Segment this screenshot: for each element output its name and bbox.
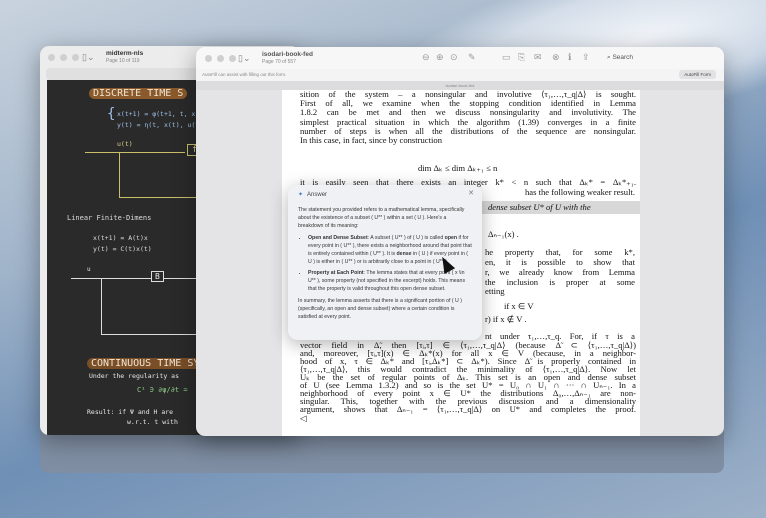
- bullet-title: Property at Each Point: [308, 270, 364, 276]
- markup-pen-icon[interactable]: ✎: [468, 52, 476, 63]
- window-title: midterm-nls: [106, 50, 144, 57]
- autofill-banner: AutoFill can assist with filling out thi…: [196, 69, 724, 81]
- sidebar-toggle-icon[interactable]: ▯⌄: [238, 53, 251, 64]
- equation: y(t) = η(t, x(t), u(t)): [117, 121, 208, 129]
- diagram-label: u(t): [117, 140, 133, 148]
- search-field[interactable]: ⌕ Search: [601, 51, 721, 65]
- section-heading: Linear Finite-Dimens: [67, 214, 152, 222]
- equation: r) if x ∉ V .: [485, 314, 527, 324]
- answer-summary: In summary, the lemma asserts that there…: [298, 298, 462, 320]
- equation: x(t+1) = A(t)x: [93, 234, 148, 242]
- notes-text: w.r.t. t with: [127, 418, 178, 426]
- diagram-line: [85, 152, 185, 153]
- sidebar-toggle-icon[interactable]: ▯⌄: [82, 52, 95, 63]
- diagram-line: [101, 278, 102, 334]
- equation: y(t) = C(t)x(t): [93, 245, 152, 253]
- page-text-line: In this case, in fact, since by construc…: [300, 135, 442, 145]
- annotate-icon[interactable]: ⊗: [552, 52, 560, 63]
- zoom-out-icon[interactable]: ⊖: [422, 52, 430, 63]
- popup-title: Answer: [307, 192, 328, 198]
- notes-text: Under the regularity as: [89, 372, 180, 380]
- window-controls[interactable]: [205, 55, 236, 62]
- notes-title: DISCRETE TIME S: [89, 88, 188, 99]
- page-text-line: the inclusion is proper at some: [485, 277, 635, 287]
- share-icon[interactable]: ⇪: [582, 52, 590, 63]
- bullet-title: Open and Dense Subset: [308, 235, 368, 241]
- zoom-in-icon[interactable]: ⊕: [436, 52, 444, 63]
- textbox-icon[interactable]: ▭: [502, 52, 511, 63]
- bold-term: open: [444, 235, 458, 241]
- background-window-strip: [40, 430, 724, 473]
- page-text-line: he property that, for some k*,: [485, 247, 635, 257]
- search-placeholder: Search: [612, 54, 634, 61]
- diagram-line: [101, 334, 201, 335]
- equation: dim Δₖ ≤ dim Δₖ₊₁ ≤ n: [418, 163, 498, 173]
- bullet-text: : A subset ( U** ) of ( U ) is called: [367, 235, 445, 241]
- notes-text: Result: if Ψ and H are: [87, 408, 174, 416]
- diagram-line: [71, 278, 201, 279]
- page-text-line: has the following weaker result.: [524, 187, 635, 197]
- answer-bullet: Property at Each Point: The lemma states…: [308, 269, 472, 293]
- window-controls[interactable]: [48, 54, 79, 61]
- block-b: B: [151, 271, 164, 282]
- page-text-line: r, we already know from Lemma: [485, 267, 635, 277]
- brace-icon: {: [107, 106, 116, 122]
- equation: if x ∈ V: [504, 301, 534, 311]
- qed-mark: ◁: [300, 413, 307, 423]
- page-indicator: Page 10 of 119: [106, 58, 140, 64]
- page-text-line: en, it is possible to show that: [485, 257, 635, 267]
- form-icon[interactable]: ✉: [534, 52, 542, 63]
- page-text-line: etting: [485, 286, 505, 296]
- autofill-text: AutoFill can assist with filling out thi…: [202, 72, 287, 77]
- equation: Δₙ₋₁(x) .: [488, 229, 519, 239]
- answer-intro: The statement you provided refers to a m…: [298, 207, 465, 229]
- autofill-form-button[interactable]: AutoFill Form: [679, 70, 716, 79]
- answer-popup[interactable]: ✦ Answer ✕ The statement you provided ref…: [288, 185, 482, 340]
- pdf-toolbar: ▯⌄ isodari-book-fed Page 70 of 557 ⊖ ⊕ ⊙…: [196, 47, 724, 69]
- window-title: isodari-book-fed: [262, 51, 313, 58]
- bold-term: dense: [396, 251, 412, 257]
- highlighted-text[interactable]: dense subset U* of U with the: [482, 201, 640, 214]
- page-indicator: Page 70 of 557: [262, 59, 296, 65]
- info-icon[interactable]: ℹ: [568, 52, 571, 63]
- rotate-icon[interactable]: ⎘: [518, 52, 525, 63]
- sparkle-icon: ✦: [298, 192, 304, 198]
- diagram-label: u: [87, 266, 91, 273]
- page-text-line: 1.8.2 can be met and then we discuss non…: [300, 107, 636, 117]
- page-text-line: argument, shows that Δₙ₋₁ = ⟨τ₁,…,τ_q|Δ⟩…: [300, 404, 636, 414]
- equation: C¹ ∋ ∂ψ/∂t =: [137, 386, 188, 394]
- diagram-line: [119, 152, 120, 197]
- zoom-fit-icon[interactable]: ⊙: [450, 52, 458, 63]
- equation: x(t+1) = φ(t+1, t, x: [117, 110, 196, 118]
- section-title: CONTINUOUS TIME SY: [87, 358, 204, 369]
- close-icon[interactable]: ✕: [468, 190, 474, 198]
